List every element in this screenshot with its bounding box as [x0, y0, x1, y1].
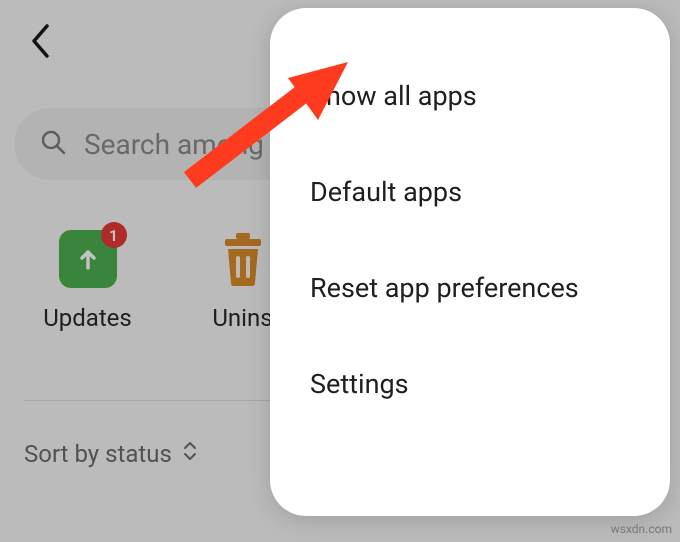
menu-show-all-apps[interactable]: Show all apps [270, 48, 670, 144]
menu-settings[interactable]: Settings [270, 336, 670, 432]
overflow-menu: Show all apps Default apps Reset app pre… [270, 8, 670, 516]
menu-default-apps[interactable]: Default apps [270, 144, 670, 240]
menu-reset-app-preferences[interactable]: Reset app preferences [270, 240, 670, 336]
watermark: wsxdn.com [611, 522, 672, 536]
app-manager-screen: Ma Search among 1 Updates [0, 0, 680, 542]
